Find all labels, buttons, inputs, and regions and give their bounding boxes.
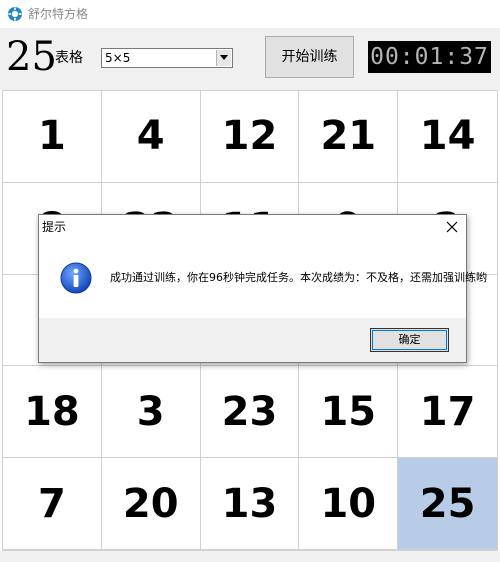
dialog-message: 成功通过训练，你在96秒钟完成任务。本次成绩为：不及格，还需加强训练哟	[110, 271, 487, 284]
dialog-title: 提示	[42, 220, 67, 234]
window-title: 舒尔特方格	[28, 7, 89, 21]
message-dialog: 提示 成功通过训练，你在96秒钟完成任务。本次成绩为：不及格，还需加强训练哟 确…	[38, 214, 487, 363]
grid-cell[interactable]: 10	[299, 458, 399, 550]
title-bar: 舒尔特方格	[0, 0, 500, 28]
grid-cell[interactable]: 1	[3, 91, 102, 183]
gear-icon	[7, 6, 23, 22]
grid-size-select[interactable]: 5×5	[101, 48, 233, 68]
grid-cell[interactable]: 3	[101, 366, 201, 459]
start-training-button[interactable]: 开始训练	[265, 36, 354, 78]
app-window: 舒尔特方格 25 表格 5×5 开始训练 00:01:37 1412211482…	[0, 0, 500, 562]
grid-cell[interactable]: 15	[299, 366, 399, 459]
grid-cell[interactable]: 18	[3, 366, 102, 459]
grid-cell[interactable]: 20	[101, 458, 201, 550]
grid-cell[interactable]: 13	[200, 458, 300, 550]
close-icon[interactable]	[444, 219, 460, 235]
ok-button[interactable]: 确定	[370, 328, 449, 352]
grid-cell[interactable]: 17	[398, 366, 497, 459]
cell-count-display: 25	[6, 34, 57, 80]
grid-cell[interactable]: 25	[398, 458, 497, 550]
grid-size-value: 5×5	[105, 51, 131, 65]
info-icon	[60, 262, 92, 294]
grid-cell[interactable]: 14	[398, 91, 497, 183]
timer-display: 00:01:37	[368, 41, 491, 73]
dropdown-button[interactable]	[216, 50, 231, 66]
grid-cell[interactable]: 21	[299, 91, 399, 183]
grid-cell[interactable]: 12	[200, 91, 300, 183]
grid-cell[interactable]: 4	[101, 91, 201, 183]
grid-label: 表格	[55, 50, 83, 66]
grid-cell[interactable]: 23	[200, 366, 300, 459]
chevron-down-icon	[220, 55, 228, 60]
bottom-strip	[0, 551, 500, 562]
grid-cell[interactable]: 7	[3, 458, 102, 550]
